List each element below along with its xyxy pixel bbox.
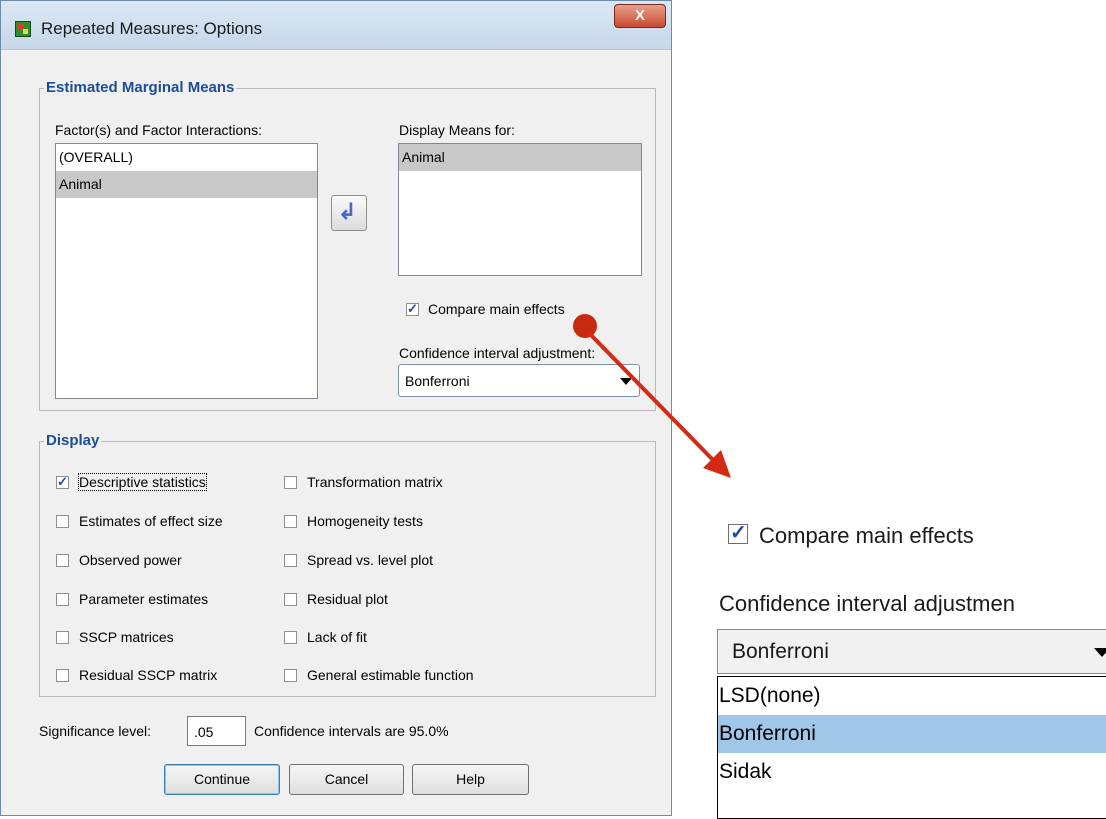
residual-plot-label[interactable]: Residual plot xyxy=(307,591,388,607)
ci-adjustment-label: Confidence interval adjustment: xyxy=(399,345,596,361)
zoom-inset: Compare main effects Confidence interval… xyxy=(713,510,1106,819)
significance-level-value: .05 xyxy=(194,724,214,740)
zoom-ci-select[interactable]: Bonferroni xyxy=(717,629,1106,674)
factors-label: Factor(s) and Factor Interactions: xyxy=(55,122,262,138)
sscp-matrices-label[interactable]: SSCP matrices xyxy=(79,629,174,645)
parameter-estimates-checkbox[interactable] xyxy=(56,593,69,606)
help-button[interactable]: Help xyxy=(412,764,529,795)
option-lsd[interactable]: LSD(none) xyxy=(718,677,1106,715)
effect-size-checkbox[interactable] xyxy=(56,515,69,528)
spread-level-plot-checkbox[interactable] xyxy=(284,554,297,567)
sscp-matrices-checkbox[interactable] xyxy=(56,631,69,644)
compare-main-effects-label[interactable]: Compare main effects xyxy=(428,301,565,317)
zoom-ci-value: Bonferroni xyxy=(732,640,829,663)
descriptive-statistics-checkbox[interactable] xyxy=(56,474,69,490)
zoom-ci-dropdown: LSD(none) Bonferroni Sidak xyxy=(717,676,1106,819)
arrow-left-icon: ↲ xyxy=(338,199,357,224)
general-estimable-function-label[interactable]: General estimable function xyxy=(307,667,474,683)
chevron-down-icon xyxy=(620,378,632,385)
cancel-button[interactable]: Cancel xyxy=(289,764,404,795)
significance-level-input[interactable]: .05 xyxy=(187,716,246,746)
spss-app-icon xyxy=(15,21,31,37)
zoom-chevron-down-icon xyxy=(1094,648,1106,657)
lack-of-fit-label[interactable]: Lack of fit xyxy=(307,629,367,645)
observed-power-label[interactable]: Observed power xyxy=(79,552,182,568)
factors-listbox[interactable]: (OVERALL) Animal xyxy=(55,143,318,399)
close-button[interactable]: X xyxy=(614,4,666,28)
homogeneity-tests-checkbox[interactable] xyxy=(284,515,297,528)
display-item-animal[interactable]: Animal xyxy=(399,144,641,171)
effect-size-label[interactable]: Estimates of effect size xyxy=(79,513,223,529)
descriptive-statistics-label[interactable]: Descriptive statistics xyxy=(78,473,207,491)
options-dialog: Repeated Measures: Options X Estimated M… xyxy=(0,0,672,816)
transformation-matrix-checkbox[interactable] xyxy=(284,476,297,489)
annotation-arrowhead xyxy=(703,450,731,478)
display-group-title: Display xyxy=(44,432,102,449)
compare-main-effects-checkbox[interactable] xyxy=(406,301,419,317)
display-means-label: Display Means for: xyxy=(399,122,515,138)
move-to-display-button[interactable]: ↲ xyxy=(331,195,367,231)
parameter-estimates-label[interactable]: Parameter estimates xyxy=(79,591,208,607)
significance-level-label: Significance level: xyxy=(39,723,152,739)
zoom-compare-checkbox[interactable] xyxy=(728,520,748,545)
spread-level-plot-label[interactable]: Spread vs. level plot xyxy=(307,552,433,568)
residual-sscp-label[interactable]: Residual SSCP matrix xyxy=(79,667,217,683)
ci-adjustment-select[interactable]: Bonferroni xyxy=(398,364,640,397)
display-means-listbox[interactable]: Animal xyxy=(398,143,642,276)
lack-of-fit-checkbox[interactable] xyxy=(284,631,297,644)
option-bonferroni[interactable]: Bonferroni xyxy=(718,715,1106,753)
emm-group-title: Estimated Marginal Means xyxy=(44,79,237,96)
factor-item-overall[interactable]: (OVERALL) xyxy=(56,144,317,171)
confidence-intervals-text: Confidence intervals are 95.0% xyxy=(254,723,449,739)
continue-button[interactable]: Continue xyxy=(164,764,280,795)
observed-power-checkbox[interactable] xyxy=(56,554,69,567)
title-bar: Repeated Measures: Options X xyxy=(1,1,671,50)
zoom-ci-label: Confidence interval adjustmen xyxy=(719,591,1015,616)
window-title: Repeated Measures: Options xyxy=(41,19,263,38)
residual-plot-checkbox[interactable] xyxy=(284,593,297,606)
residual-sscp-checkbox[interactable] xyxy=(56,669,69,682)
general-estimable-function-checkbox[interactable] xyxy=(284,669,297,682)
factor-item-animal[interactable]: Animal xyxy=(56,171,317,198)
zoom-compare-label[interactable]: Compare main effects xyxy=(759,523,974,549)
homogeneity-tests-label[interactable]: Homogeneity tests xyxy=(307,513,423,529)
option-sidak[interactable]: Sidak xyxy=(718,753,1106,791)
ci-adjustment-value: Bonferroni xyxy=(405,373,470,389)
transformation-matrix-label[interactable]: Transformation matrix xyxy=(307,474,443,490)
